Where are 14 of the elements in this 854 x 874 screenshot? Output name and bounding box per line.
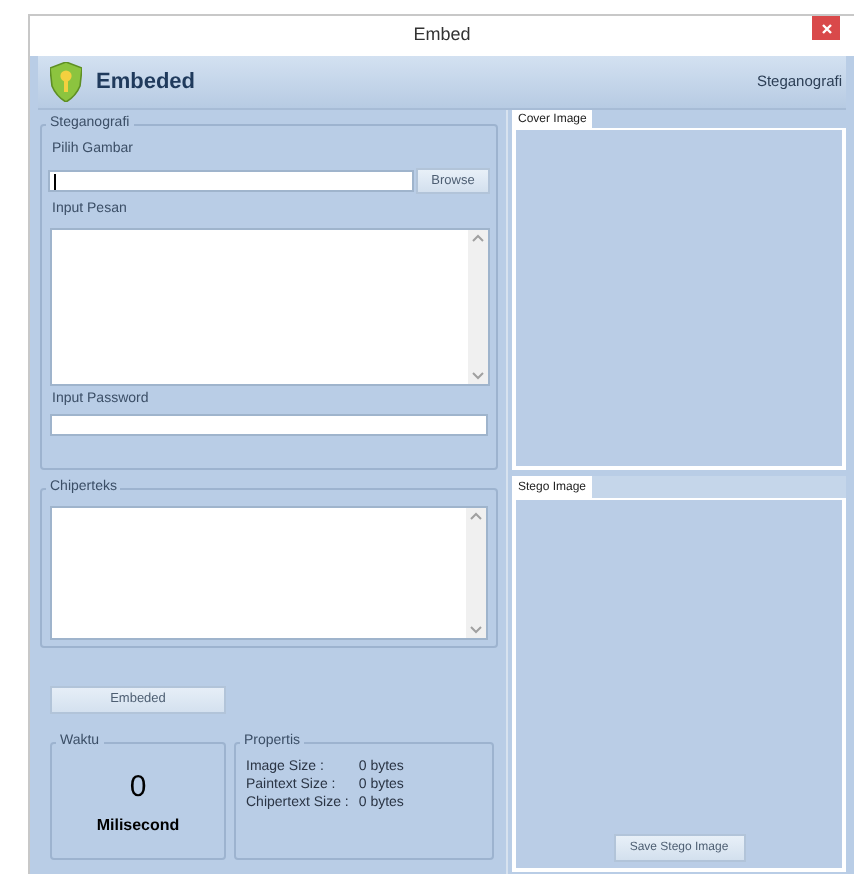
close-icon [821,23,831,33]
time-value: 0 [129,767,147,807]
scrollbar[interactable] [468,229,488,383]
password-field[interactable] [50,414,488,436]
window-title: Embed [411,22,473,49]
close-button[interactable] [812,16,840,40]
text-caret [54,173,56,189]
header-title: Embeded [96,67,196,98]
text-area[interactable] [50,505,488,639]
shield-key-icon [50,62,82,102]
file-path-field[interactable] [48,170,414,192]
text-area[interactable] [50,227,490,385]
scrollbar[interactable] [466,507,486,637]
time-unit: Milisecond [96,814,180,838]
